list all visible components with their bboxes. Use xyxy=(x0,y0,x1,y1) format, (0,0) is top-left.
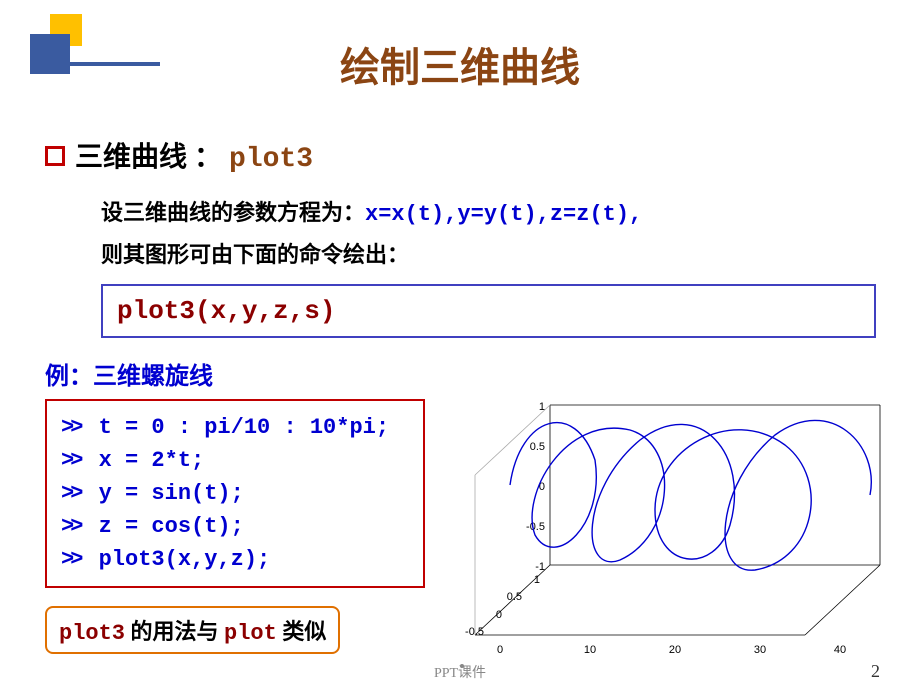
code-line-4: z = cos(t); xyxy=(99,514,244,539)
svg-text:10: 10 xyxy=(584,644,596,656)
code-line-1: t = 0 : pi/10 : 10*pi; xyxy=(99,415,389,440)
svg-text:0: 0 xyxy=(497,644,503,656)
svg-text:-0.5: -0.5 xyxy=(526,521,545,533)
note-end: 类似 xyxy=(277,619,327,644)
description-line-2: 则其图形可由下面的命令绘出： xyxy=(101,235,885,275)
svg-text:0.5: 0.5 xyxy=(530,441,545,453)
footer-label: PPT课件 xyxy=(0,662,920,682)
svg-text:-0.5: -0.5 xyxy=(465,626,484,638)
code-box: >> t = 0 : pi/10 : 10*pi; >> x = 2*t; >>… xyxy=(45,399,425,588)
svg-text:0.5: 0.5 xyxy=(507,591,522,603)
code-line-2: x = 2*t; xyxy=(99,448,205,473)
desc-equation: x=x(t),y=y(t),z=z(t), xyxy=(365,202,642,227)
note-kw2: plot xyxy=(224,621,277,646)
svg-text:1: 1 xyxy=(534,574,540,586)
bullet-heading: 三维曲线 ： plot3 xyxy=(45,135,885,175)
svg-text:40: 40 xyxy=(834,644,846,656)
code-line-5: plot3(x,y,z); xyxy=(99,547,271,572)
note-kw1: plot3 xyxy=(59,621,125,646)
desc-prefix: 设三维曲线的参数方程为： xyxy=(101,200,365,225)
code-line-3: y = sin(t); xyxy=(99,481,244,506)
command-box: plot3(x,y,z,s) xyxy=(101,284,876,338)
svg-text:30: 30 xyxy=(754,644,766,656)
svg-text:0: 0 xyxy=(496,609,502,621)
page-number: 2 xyxy=(871,661,880,682)
plot3d-figure: 1 0.5 0 -0.5 -1 1 0.5 0 -0.5 0 10 20 30 … xyxy=(440,375,908,685)
bullet-label: 三维曲线 ： xyxy=(75,142,222,173)
note-mid: 的用法与 xyxy=(125,619,224,644)
bullet-keyword: plot3 xyxy=(229,144,313,175)
slide-title: 绘制三维曲线 xyxy=(0,35,920,93)
svg-text:1: 1 xyxy=(539,401,545,413)
description-line-1: 设三维曲线的参数方程为：x=x(t),y=y(t),z=z(t), xyxy=(101,193,885,235)
svg-text:-1: -1 xyxy=(535,561,545,573)
svg-text:20: 20 xyxy=(669,644,681,656)
bullet-icon xyxy=(45,146,65,166)
note-box: plot3 的用法与 plot 类似 xyxy=(45,606,340,654)
